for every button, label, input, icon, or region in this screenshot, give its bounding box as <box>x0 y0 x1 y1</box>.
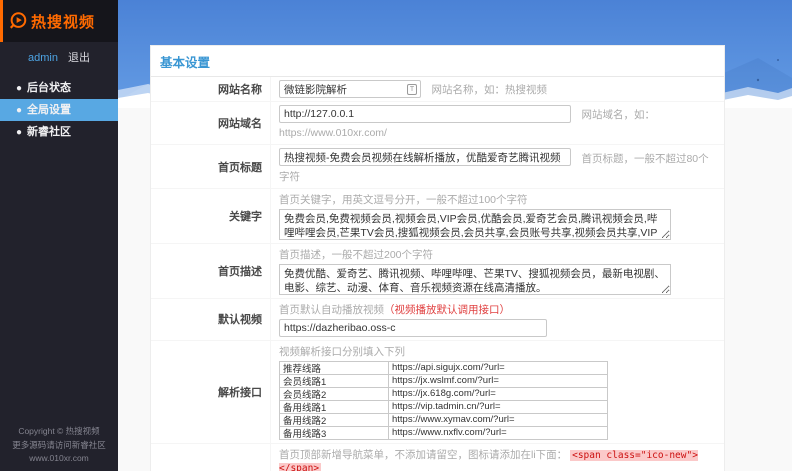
form-row-description: 首页描述 首页描述，一般不超过200个字符 免费优酷、爱奇艺、腾讯视频、哔哩哔哩… <box>151 244 724 299</box>
parse-line-name-input[interactable] <box>279 361 389 375</box>
parse-line-name-input[interactable] <box>279 387 389 401</box>
sidebar-item-global-settings[interactable]: ● 全局设置 <box>0 99 118 121</box>
description-textarea[interactable]: 免费优酷、爱奇艺、腾讯视频、哔哩哔哩、芒果TV、搜狐视频会员，最新电视剧、电影、… <box>279 264 671 295</box>
parse-line <box>279 427 718 440</box>
home-title-input[interactable] <box>279 148 571 166</box>
field-hint: 首页默认自动播放视频 <box>279 304 384 316</box>
field-hint: 视频解析接口分别填入下列 <box>279 344 718 359</box>
main-area: 基本设置 网站名称 T 网站名称，如：热搜视频 网站域名 网站域名，如：http… <box>118 0 792 471</box>
site-domain-input[interactable] <box>279 105 571 123</box>
parse-line <box>279 361 718 375</box>
parse-line-name-input[interactable] <box>279 374 389 388</box>
sidebar-footer: Copyright © 热搜视频 更多源码请访问新睿社区www.010xr.co… <box>0 425 118 466</box>
sidebar-menu: ● 后台状态 ● 全局设置 ● 新睿社区 <box>0 77 118 143</box>
sidebar-item-label: 全局设置 <box>27 104 71 116</box>
field-hint-red: （视频播放默认调用接口） <box>384 304 510 316</box>
play-search-icon <box>8 11 28 31</box>
panel-title: 基本设置 <box>151 46 724 77</box>
parse-line-url-input[interactable] <box>388 400 608 414</box>
parse-line-url-input[interactable] <box>388 361 608 375</box>
field-label: 默认视频 <box>151 299 271 340</box>
sidebar-item-label: 新睿社区 <box>27 126 71 138</box>
user-row: admin 退出 <box>0 42 118 69</box>
form-row-site-domain: 网站域名 网站域名，如：https://www.010xr.com/ <box>151 102 724 145</box>
form-row-nav-settings: 导航设置 首页顶部新增导航菜单，不添加请留空，图标请添加在li下面： <span… <box>151 444 724 471</box>
app-logo: 热搜视频 <box>0 0 118 42</box>
form-row-home-title: 首页标题 首页标题，一般不超过80个字符 <box>151 145 724 188</box>
field-label: 网站名称 <box>151 77 271 101</box>
site-name-input[interactable] <box>279 80 421 98</box>
admin-app: 热搜视频 admin 退出 ● 后台状态 ● 全局设置 ● 新睿社区 Copyrigh… <box>0 0 792 471</box>
sidebar-item-backend-status[interactable]: ● 后台状态 <box>0 77 118 99</box>
parse-line-url-input[interactable] <box>388 426 608 440</box>
bullet-icon: ● <box>16 83 22 94</box>
field-label: 关键字 <box>151 189 271 243</box>
field-label: 首页标题 <box>151 145 271 187</box>
form-row-default-video: 默认视频 首页默认自动播放视频（视频播放默认调用接口） <box>151 299 724 341</box>
bullet-icon: ● <box>16 127 22 138</box>
sidebar-item-label: 后台状态 <box>27 82 71 94</box>
parse-line-name-input[interactable] <box>279 413 389 427</box>
bullet-icon: ● <box>16 105 22 116</box>
parse-line-url-input[interactable] <box>388 387 608 401</box>
source-credit-text: 更多源码请访问新睿社区www.010xr.com <box>0 439 118 466</box>
field-label: 解析接口 <box>151 341 271 443</box>
form-row-keywords: 关键字 首页关键字，用英文逗号分开，一般不超过100个字符 免费会员,免费视频会… <box>151 189 724 244</box>
admin-user-link[interactable]: admin <box>28 52 58 64</box>
copyright-text: Copyright © 热搜视频 <box>0 425 118 439</box>
parse-line-url-input[interactable] <box>388 413 608 427</box>
settings-panel: 基本设置 网站名称 T 网站名称，如：热搜视频 网站域名 网站域名，如：http… <box>150 45 725 471</box>
logo-title: 热搜视频 <box>31 11 95 32</box>
field-label: 首页描述 <box>151 244 271 298</box>
sidebar-item-xinrui-community[interactable]: ● 新睿社区 <box>0 121 118 143</box>
sidebar: 热搜视频 admin 退出 ● 后台状态 ● 全局设置 ● 新睿社区 Copyrigh… <box>0 0 118 471</box>
field-hint: 首页关键字，用英文逗号分开，一般不超过100个字符 <box>279 192 718 207</box>
parse-line-name-input[interactable] <box>279 400 389 414</box>
input-edit-icon[interactable]: T <box>407 84 417 95</box>
logout-link[interactable]: 退出 <box>68 52 90 64</box>
form-row-parse-api: 解析接口 视频解析接口分别填入下列 <box>151 341 724 444</box>
field-hint: 首页描述，一般不超过200个字符 <box>279 247 718 262</box>
keywords-textarea[interactable]: 免费会员,免费视频会员,视频会员,VIP会员,优酷会员,爱奇艺会员,腾讯视频会员… <box>279 209 671 240</box>
parse-line-name-input[interactable] <box>279 426 389 440</box>
default-video-input[interactable] <box>279 319 547 337</box>
field-label: 导航设置 <box>151 444 271 471</box>
parse-line-url-input[interactable] <box>388 374 608 388</box>
field-hint: 首页顶部新增导航菜单，不添加请留空，图标请添加在li下面： <box>279 449 567 461</box>
form-row-site-name: 网站名称 T 网站名称，如：热搜视频 <box>151 77 724 102</box>
field-hint: 网站名称，如：热搜视频 <box>431 84 547 96</box>
field-label: 网站域名 <box>151 102 271 144</box>
